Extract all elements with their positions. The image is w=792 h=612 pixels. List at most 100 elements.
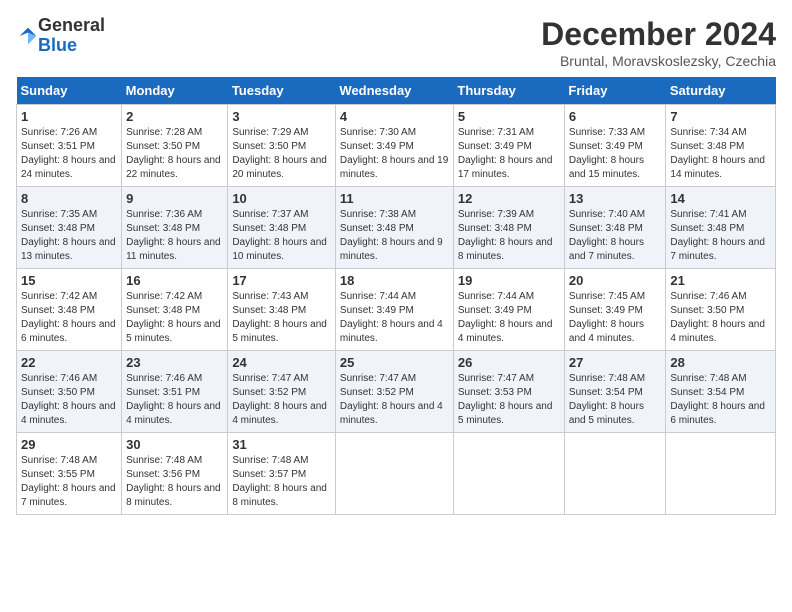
calendar-cell: 21 Sunrise: 7:46 AMSunset: 3:50 PMDayligh… bbox=[666, 269, 776, 351]
calendar-table: SundayMondayTuesdayWednesdayThursdayFrid… bbox=[16, 77, 776, 515]
day-number: 26 bbox=[458, 355, 560, 370]
day-number: 29 bbox=[21, 437, 117, 452]
day-info: Sunrise: 7:35 AMSunset: 3:48 PMDaylight:… bbox=[21, 208, 117, 264]
calendar-cell bbox=[335, 433, 453, 515]
day-number: 18 bbox=[340, 273, 449, 288]
day-number: 19 bbox=[458, 273, 560, 288]
day-info: Sunrise: 7:28 AMSunset: 3:50 PMDaylight:… bbox=[126, 126, 223, 182]
day-number: 21 bbox=[670, 273, 771, 288]
day-number: 8 bbox=[21, 191, 117, 206]
day-number: 27 bbox=[569, 355, 661, 370]
day-info: Sunrise: 7:45 AMSunset: 3:49 PMDaylight:… bbox=[569, 290, 661, 346]
day-number: 14 bbox=[670, 191, 771, 206]
day-info: Sunrise: 7:46 AMSunset: 3:50 PMDaylight:… bbox=[21, 372, 117, 428]
day-info: Sunrise: 7:26 AMSunset: 3:51 PMDaylight:… bbox=[21, 126, 117, 182]
day-number: 31 bbox=[232, 437, 331, 452]
day-info: Sunrise: 7:40 AMSunset: 3:48 PMDaylight:… bbox=[569, 208, 661, 264]
week-row-4: 22Sunrise: 7:46 AMSunset: 3:50 PMDayligh… bbox=[17, 351, 776, 433]
page-header: General Blue December 2024 Bruntal, Mora… bbox=[16, 16, 776, 69]
day-info: Sunrise: 7:44 AMSunset: 3:49 PMDaylight:… bbox=[340, 290, 449, 346]
page-subtitle: Bruntal, Moravskoslezsky, Czechia bbox=[541, 53, 776, 69]
calendar-cell: 4 Sunrise: 7:30 AMSunset: 3:49 PMDaylight… bbox=[335, 105, 453, 187]
logo-icon bbox=[18, 26, 38, 46]
header-col-friday: Friday bbox=[564, 77, 665, 105]
calendar-cell: 30 Sunrise: 7:48 AMSunset: 3:56 PMDayligh… bbox=[122, 433, 228, 515]
day-number: 9 bbox=[126, 191, 223, 206]
day-number: 10 bbox=[232, 191, 331, 206]
calendar-cell: 24Sunrise: 7:47 AMSunset: 3:52 PMDayligh… bbox=[228, 351, 336, 433]
calendar-cell: 25 Sunrise: 7:47 AMSunset: 3:52 PMDayligh… bbox=[335, 351, 453, 433]
calendar-cell: 7 Sunrise: 7:34 AMSunset: 3:48 PMDaylight… bbox=[666, 105, 776, 187]
week-row-2: 8 Sunrise: 7:35 AMSunset: 3:48 PMDaylight… bbox=[17, 187, 776, 269]
day-info: Sunrise: 7:38 AMSunset: 3:48 PMDaylight:… bbox=[340, 208, 449, 264]
week-row-3: 15 Sunrise: 7:42 AMSunset: 3:48 PMDayligh… bbox=[17, 269, 776, 351]
day-number: 6 bbox=[569, 109, 661, 124]
day-number: 1 bbox=[21, 109, 117, 124]
calendar-cell: 14 Sunrise: 7:41 AMSunset: 3:48 PMDayligh… bbox=[666, 187, 776, 269]
calendar-cell: 15Sunrise: 7:42 AMSunset: 3:48 PMDayligh… bbox=[17, 269, 122, 351]
calendar-cell: 23 Sunrise: 7:46 AMSunset: 3:51 PMDayligh… bbox=[122, 351, 228, 433]
calendar-cell bbox=[564, 433, 665, 515]
day-info: Sunrise: 7:37 AMSunset: 3:48 PMDaylight:… bbox=[232, 208, 331, 264]
day-info: Sunrise: 7:46 AMSunset: 3:51 PMDaylight:… bbox=[126, 372, 223, 428]
calendar-cell: 29 Sunrise: 7:48 AMSunset: 3:55 PMDayligh… bbox=[17, 433, 122, 515]
day-number: 30 bbox=[126, 437, 223, 452]
day-number: 7 bbox=[670, 109, 771, 124]
day-number: 25 bbox=[340, 355, 449, 370]
day-info: Sunrise: 7:48 AMSunset: 3:54 PMDaylight:… bbox=[670, 372, 771, 428]
calendar-cell: 19 Sunrise: 7:44 AMSunset: 3:49 PMDayligh… bbox=[453, 269, 564, 351]
day-info: Sunrise: 7:48 AMSunset: 3:57 PMDaylight:… bbox=[232, 454, 331, 510]
day-number: 11 bbox=[340, 191, 449, 206]
day-number: 13 bbox=[569, 191, 661, 206]
day-number: 2 bbox=[126, 109, 223, 124]
calendar-cell: 10 Sunrise: 7:37 AMSunset: 3:48 PMDayligh… bbox=[228, 187, 336, 269]
day-info: Sunrise: 7:48 AMSunset: 3:55 PMDaylight:… bbox=[21, 454, 117, 510]
header-col-saturday: Saturday bbox=[666, 77, 776, 105]
day-number: 28 bbox=[670, 355, 771, 370]
calendar-cell: 1 Sunrise: 7:26 AMSunset: 3:51 PMDaylight… bbox=[17, 105, 122, 187]
calendar-cell: 18 Sunrise: 7:44 AMSunset: 3:49 PMDayligh… bbox=[335, 269, 453, 351]
calendar-header-row: SundayMondayTuesdayWednesdayThursdayFrid… bbox=[17, 77, 776, 105]
day-number: 24 bbox=[232, 355, 331, 370]
calendar-cell: 26 Sunrise: 7:47 AMSunset: 3:53 PMDayligh… bbox=[453, 351, 564, 433]
day-info: Sunrise: 7:30 AMSunset: 3:49 PMDaylight:… bbox=[340, 126, 449, 182]
day-number: 5 bbox=[458, 109, 560, 124]
logo-text: General Blue bbox=[38, 16, 105, 56]
day-number: 23 bbox=[126, 355, 223, 370]
day-info: Sunrise: 7:47 AMSunset: 3:52 PMDaylight:… bbox=[340, 372, 449, 428]
day-info: Sunrise: 7:44 AMSunset: 3:49 PMDaylight:… bbox=[458, 290, 560, 346]
week-row-1: 1 Sunrise: 7:26 AMSunset: 3:51 PMDaylight… bbox=[17, 105, 776, 187]
week-row-5: 29 Sunrise: 7:48 AMSunset: 3:55 PMDayligh… bbox=[17, 433, 776, 515]
day-info: Sunrise: 7:41 AMSunset: 3:48 PMDaylight:… bbox=[670, 208, 771, 264]
calendar-cell: 17 Sunrise: 7:43 AMSunset: 3:48 PMDayligh… bbox=[228, 269, 336, 351]
day-number: 15 bbox=[21, 273, 117, 288]
calendar-cell: 2 Sunrise: 7:28 AMSunset: 3:50 PMDaylight… bbox=[122, 105, 228, 187]
day-info: Sunrise: 7:31 AMSunset: 3:49 PMDaylight:… bbox=[458, 126, 560, 182]
calendar-cell: 3 Sunrise: 7:29 AMSunset: 3:50 PMDaylight… bbox=[228, 105, 336, 187]
day-number: 20 bbox=[569, 273, 661, 288]
day-info: Sunrise: 7:48 AMSunset: 3:56 PMDaylight:… bbox=[126, 454, 223, 510]
day-info: Sunrise: 7:29 AMSunset: 3:50 PMDaylight:… bbox=[232, 126, 331, 182]
day-info: Sunrise: 7:47 AMSunset: 3:53 PMDaylight:… bbox=[458, 372, 560, 428]
header-col-sunday: Sunday bbox=[17, 77, 122, 105]
calendar-cell: 28 Sunrise: 7:48 AMSunset: 3:54 PMDayligh… bbox=[666, 351, 776, 433]
day-number: 17 bbox=[232, 273, 331, 288]
day-info: Sunrise: 7:39 AMSunset: 3:48 PMDaylight:… bbox=[458, 208, 560, 264]
day-info: Sunrise: 7:48 AMSunset: 3:54 PMDaylight:… bbox=[569, 372, 661, 428]
page-title: December 2024 bbox=[541, 16, 776, 53]
day-number: 4 bbox=[340, 109, 449, 124]
day-number: 12 bbox=[458, 191, 560, 206]
calendar-cell: 31 Sunrise: 7:48 AMSunset: 3:57 PMDayligh… bbox=[228, 433, 336, 515]
day-info: Sunrise: 7:46 AMSunset: 3:50 PMDaylight:… bbox=[670, 290, 771, 346]
day-number: 3 bbox=[232, 109, 331, 124]
calendar-cell: 5 Sunrise: 7:31 AMSunset: 3:49 PMDaylight… bbox=[453, 105, 564, 187]
logo: General Blue bbox=[16, 16, 105, 56]
calendar-cell: 12 Sunrise: 7:39 AMSunset: 3:48 PMDayligh… bbox=[453, 187, 564, 269]
calendar-cell: 9Sunrise: 7:36 AMSunset: 3:48 PMDaylight… bbox=[122, 187, 228, 269]
day-info: Sunrise: 7:34 AMSunset: 3:48 PMDaylight:… bbox=[670, 126, 771, 182]
day-info: Sunrise: 7:43 AMSunset: 3:48 PMDaylight:… bbox=[232, 290, 331, 346]
calendar-cell: 8 Sunrise: 7:35 AMSunset: 3:48 PMDaylight… bbox=[17, 187, 122, 269]
header-col-thursday: Thursday bbox=[453, 77, 564, 105]
day-info: Sunrise: 7:42 AMSunset: 3:48 PMDaylight:… bbox=[126, 290, 223, 346]
calendar-cell: 22Sunrise: 7:46 AMSunset: 3:50 PMDayligh… bbox=[17, 351, 122, 433]
